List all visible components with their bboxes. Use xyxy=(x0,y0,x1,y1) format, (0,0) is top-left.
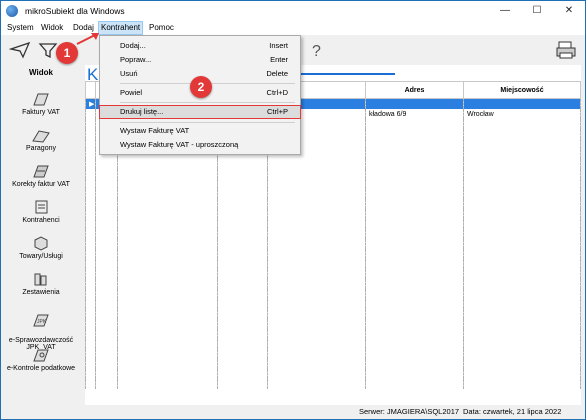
table-row[interactable] xyxy=(85,189,581,199)
table-row[interactable] xyxy=(85,279,581,289)
status-bar: Serwer: JMAGIERA\SQL2017 Data: czwartek,… xyxy=(1,405,585,419)
table-row[interactable] xyxy=(85,349,581,359)
sidebar-item-faktury-vat[interactable]: Faktury VAT xyxy=(1,91,81,116)
table-row[interactable] xyxy=(85,329,581,339)
sidebar: Widok Faktury VAT Paragony Korekty faktu… xyxy=(1,65,81,405)
accent-underline xyxy=(295,73,395,75)
sidebar-item-paragony[interactable]: Paragony xyxy=(1,127,81,152)
sidebar-item-korekty[interactable]: Korekty faktur VAT xyxy=(1,163,81,188)
table-row[interactable] xyxy=(85,289,581,299)
table-row[interactable] xyxy=(85,369,581,379)
box-icon xyxy=(34,236,48,251)
menu-item-wystaw-fakture[interactable]: Wystaw Fakturę VAT xyxy=(100,125,300,137)
sidebar-item-towary[interactable]: Towary/Usługi xyxy=(1,235,81,260)
sidebar-item-label: Faktury VAT xyxy=(22,109,60,116)
table-row[interactable] xyxy=(85,299,581,309)
table-row[interactable] xyxy=(85,229,581,239)
cell-miejscowosc: Wrocław xyxy=(463,109,581,119)
menu-item-popraw[interactable]: Popraw... Enter xyxy=(100,54,300,66)
table-row[interactable] xyxy=(85,359,581,369)
sidebar-item-kontrahenci[interactable]: Kontrahenci xyxy=(1,199,81,224)
table-row[interactable] xyxy=(85,199,581,209)
sidebar-item-label: Korekty faktur VAT xyxy=(12,181,70,188)
svg-text:?: ? xyxy=(312,43,321,60)
column-header[interactable] xyxy=(85,81,96,99)
correction-icon xyxy=(33,165,49,178)
help-icon[interactable]: ? xyxy=(307,40,329,60)
table-row[interactable] xyxy=(85,169,581,179)
app-window: mikroSubiekt dla Windows — ☐ ✕ System Wi… xyxy=(0,0,586,420)
sidebar-item-label: Zestawienia xyxy=(22,289,60,296)
menu-separator xyxy=(120,122,295,123)
minimize-button[interactable]: — xyxy=(489,1,521,21)
column-header-adres[interactable]: Adres xyxy=(365,81,464,99)
sidebar-item-label: e-Kontrole podatkowe xyxy=(6,365,76,372)
app-logo-icon xyxy=(6,5,18,17)
menu-pomoc[interactable]: Pomoc xyxy=(149,23,174,32)
table-row[interactable] xyxy=(85,259,581,269)
contacts-icon xyxy=(35,200,48,214)
menu-widok[interactable]: Widok xyxy=(41,23,63,32)
sidebar-header: Widok xyxy=(29,68,53,77)
menu-separator xyxy=(120,102,295,103)
table-row[interactable] xyxy=(85,339,581,349)
cell-adres: kładowa 6/9 xyxy=(365,109,464,119)
title-bar: mikroSubiekt dla Windows — ☐ ✕ xyxy=(1,1,585,21)
sidebar-item-label: Kontrahenci xyxy=(22,217,60,224)
sidebar-item-jpk[interactable]: JPK e-Sprawozdawczość JPK_VAT xyxy=(1,305,81,351)
invoice-icon xyxy=(33,93,49,106)
sidebar-item-label: Paragony xyxy=(26,145,56,152)
receipt-icon xyxy=(32,130,50,143)
svg-text:JPK: JPK xyxy=(37,319,47,325)
menu-kontrahent[interactable]: Kontrahent xyxy=(98,21,144,35)
menu-system[interactable]: System xyxy=(7,23,34,32)
close-button[interactable]: ✕ xyxy=(553,1,585,21)
table-row[interactable] xyxy=(85,219,581,229)
sidebar-item-e-kontrole[interactable]: e-Kontrole podatkowe xyxy=(1,347,81,372)
table-row[interactable] xyxy=(85,159,581,169)
menu-item-drukuj-liste[interactable]: Drukuj listę... Ctrl+P xyxy=(99,105,301,119)
table-row[interactable] xyxy=(85,249,581,259)
table-row[interactable] xyxy=(85,179,581,189)
window-title: mikroSubiekt dla Windows xyxy=(25,6,125,16)
menu-item-wystaw-uproszczona[interactable]: Wystaw Fakturę VAT - uproszczoną xyxy=(100,139,300,151)
table-row[interactable] xyxy=(85,379,581,389)
table-row[interactable] xyxy=(85,239,581,249)
column-header-miejscowosc[interactable]: Miejscowość xyxy=(463,81,581,99)
table-row[interactable] xyxy=(85,209,581,219)
sidebar-item-label: Towary/Usługi xyxy=(19,253,63,260)
jpk-icon: JPK xyxy=(33,314,49,327)
printer-icon[interactable] xyxy=(555,40,577,60)
status-date: Data: czwartek, 21 lipca 2022 xyxy=(463,407,562,416)
maximize-button[interactable]: ☐ xyxy=(521,1,553,21)
audit-icon xyxy=(33,349,49,362)
annotation-badge-2: 2 xyxy=(190,76,212,98)
table-row[interactable] xyxy=(85,319,581,329)
menu-item-dodaj[interactable]: Dodaj... Insert xyxy=(100,40,300,52)
table-row[interactable] xyxy=(85,309,581,319)
send-icon[interactable] xyxy=(9,40,31,60)
report-icon xyxy=(34,273,47,286)
status-server: Serwer: JMAGIERA\SQL2017 xyxy=(359,407,460,416)
annotation-arrow xyxy=(76,33,99,45)
sidebar-item-zestawienia[interactable]: Zestawienia xyxy=(1,271,81,296)
table-row[interactable] xyxy=(85,269,581,279)
